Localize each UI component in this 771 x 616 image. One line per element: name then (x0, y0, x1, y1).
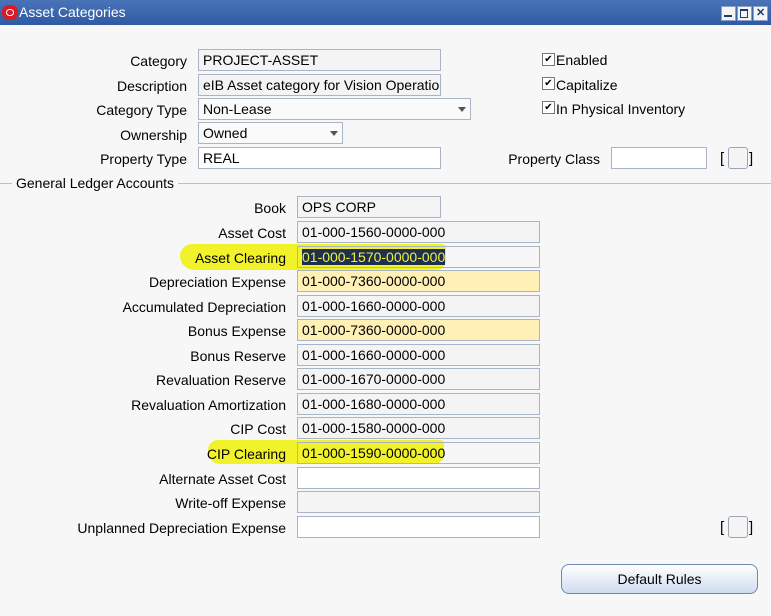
bonus-expense-field[interactable]: 01-000-7360-0000-000 (297, 319, 540, 341)
gl-flexfield-button[interactable] (728, 516, 748, 538)
ownership-select[interactable]: Owned (198, 122, 343, 144)
write-off-expense-label: Write-off Expense (175, 495, 286, 511)
asset-clearing-label: Asset Clearing (194, 250, 286, 266)
descriptive-flexfield-button[interactable] (728, 147, 748, 169)
minimize-button[interactable] (721, 6, 736, 21)
description-field[interactable]: eIB Asset category for Vision Operations (198, 74, 441, 96)
unplanned-depreciation-expense-field[interactable] (297, 516, 540, 538)
depreciation-expense-field[interactable]: 01-000-7360-0000-000 (297, 270, 540, 292)
description-label: Description (116, 78, 187, 94)
revaluation-amortization-field[interactable]: 01-000-1680-0000-000 (297, 393, 540, 415)
cip-clearing-field[interactable]: 01-000-1590-0000-000 (297, 442, 540, 464)
asset-cost-label: Asset Cost (218, 225, 286, 241)
close-button[interactable] (753, 6, 768, 21)
unplanned-depreciation-expense-label: Unplanned Depreciation Expense (77, 520, 286, 536)
category-type-select[interactable]: Non-Lease (198, 98, 471, 120)
property-type-field[interactable]: REAL (198, 147, 441, 169)
default-rules-button[interactable]: Default Rules (561, 564, 758, 594)
flex-bracket-close: ] (749, 150, 754, 167)
cip-clearing-label: CIP Clearing (206, 446, 286, 462)
alternate-asset-cost-field[interactable] (297, 467, 540, 489)
property-class-label: Property Class (508, 151, 600, 167)
category-field[interactable]: PROJECT-ASSET (198, 49, 441, 71)
revaluation-amortization-label: Revaluation Amortization (131, 397, 286, 413)
gl-section-title: General Ledger Accounts (12, 175, 178, 191)
physical-inventory-checkbox[interactable]: ✔ (542, 101, 555, 114)
asset-clearing-field[interactable]: 01-000-1570-0000-000 (297, 246, 540, 268)
property-class-field[interactable] (611, 147, 707, 169)
capitalize-checkbox[interactable]: ✔ (542, 77, 555, 90)
cip-cost-label: CIP Cost (230, 421, 286, 437)
revaluation-reserve-label: Revaluation Reserve (156, 372, 286, 388)
enabled-checkbox[interactable]: ✔ (542, 53, 555, 66)
window-title: Asset Categories (19, 4, 126, 20)
chevron-down-icon (458, 107, 466, 112)
write-off-expense-field[interactable] (297, 491, 540, 513)
maximize-button[interactable] (737, 6, 752, 21)
title-bar: Asset Categories (0, 0, 771, 25)
cip-cost-field[interactable]: 01-000-1580-0000-000 (297, 417, 540, 439)
bonus-reserve-label: Bonus Reserve (190, 348, 286, 364)
flex-bracket-open: [ (720, 519, 725, 536)
physical-inventory-label: In Physical Inventory (556, 101, 686, 117)
depreciation-expense-label: Depreciation Expense (149, 274, 286, 290)
category-label: Category (130, 53, 187, 69)
accumulated-depreciation-field[interactable]: 01-000-1660-0000-000 (297, 295, 540, 317)
bonus-reserve-field[interactable]: 01-000-1660-0000-000 (297, 344, 540, 366)
chevron-down-icon (330, 131, 338, 136)
oracle-app-icon (2, 5, 18, 20)
bonus-expense-label: Bonus Expense (187, 323, 286, 339)
enabled-label: Enabled (556, 52, 608, 68)
alternate-asset-cost-label: Alternate Asset Cost (159, 471, 286, 487)
book-field[interactable]: OPS CORP (297, 196, 441, 218)
asset-cost-field[interactable]: 01-000-1560-0000-000 (297, 221, 540, 243)
flex-bracket-close: ] (749, 519, 754, 536)
asset-categories-window: Asset Categories Category PROJECT-ASSET … (0, 0, 771, 616)
book-label: Book (254, 200, 286, 216)
accumulated-depreciation-label: Accumulated Depreciation (122, 299, 286, 315)
category-type-label: Category Type (96, 102, 187, 118)
ownership-label: Ownership (120, 127, 187, 143)
revaluation-reserve-field[interactable]: 01-000-1670-0000-000 (297, 368, 540, 390)
property-type-label: Property Type (100, 151, 187, 167)
flex-bracket-open: [ (720, 150, 725, 167)
capitalize-label: Capitalize (556, 77, 618, 93)
